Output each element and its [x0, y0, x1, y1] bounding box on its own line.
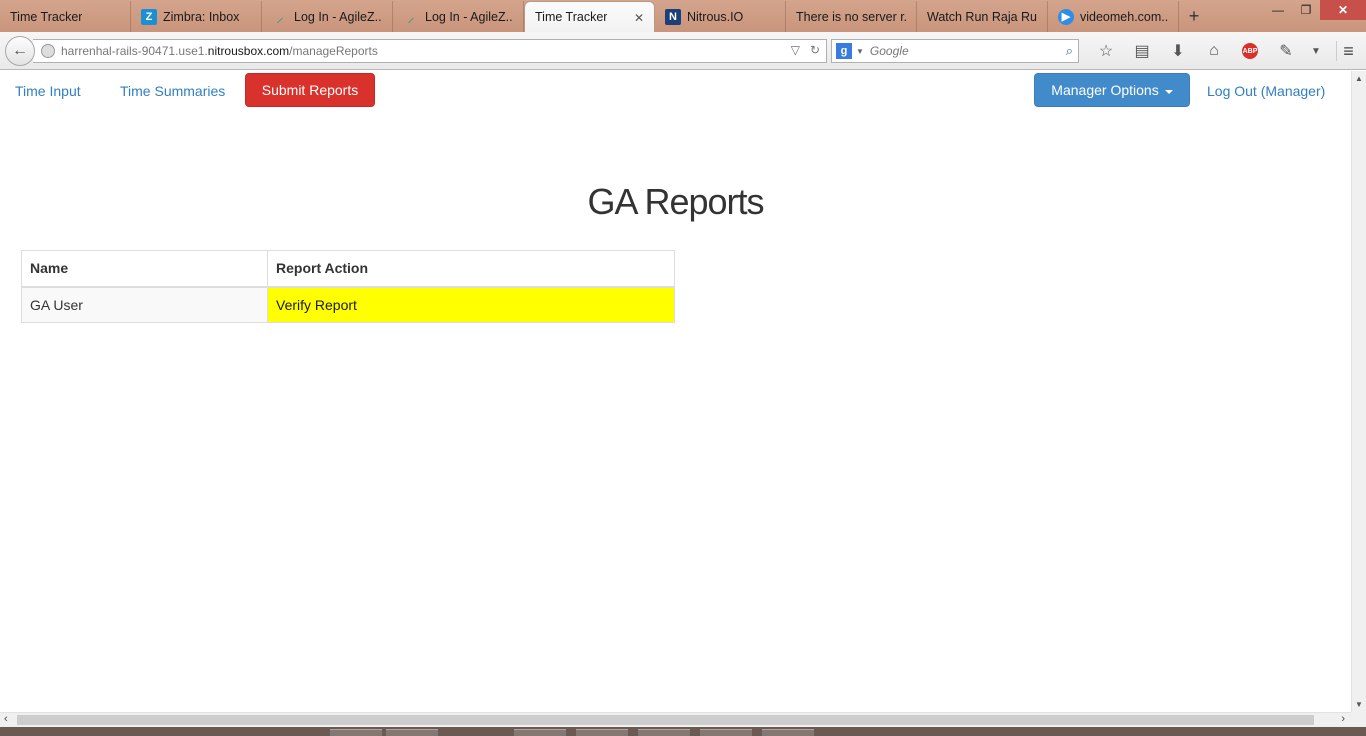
- search-icon[interactable]: ⌕: [1066, 43, 1073, 59]
- submit-reports-button[interactable]: Submit Reports: [245, 73, 375, 107]
- chevron-down-icon[interactable]: ▼: [856, 47, 864, 56]
- browser-tab-watch[interactable]: Watch Run Raja Ru...: [917, 1, 1048, 32]
- taskbar-item[interactable]: [576, 729, 628, 736]
- browser-tab-nitrous[interactable]: N Nitrous.IO: [655, 1, 786, 32]
- browser-toolbar-icons: ☆ ▤ ⬇ ⌂ ABP ✎ ▼: [1088, 40, 1328, 62]
- taskbar-item[interactable]: [700, 729, 752, 736]
- video-icon: ▶: [1058, 8, 1074, 25]
- home-icon[interactable]: ⌂: [1196, 40, 1232, 62]
- taskbar-item[interactable]: [762, 729, 814, 736]
- scroll-right-icon[interactable]: ›: [1341, 713, 1345, 725]
- browser-tab-videomeh[interactable]: ▶ videomeh.com...: [1048, 1, 1179, 32]
- browser-tab-agilezen[interactable]: ⸝ Log In - AgileZ...: [393, 1, 524, 32]
- submit-reports-label: Submit Reports: [261, 82, 359, 98]
- log-out-link[interactable]: Log Out (Manager): [1207, 83, 1325, 99]
- google-icon[interactable]: g: [836, 43, 852, 59]
- browser-tab-strip: Time Tracker Z Zimbra: Inbox ⸝ Log In - …: [0, 0, 1366, 32]
- address-bar[interactable]: harrenhal-rails-90471.use1. nitrousbox.co…: [33, 39, 827, 63]
- globe-icon: [41, 44, 55, 58]
- history-dropdown-icon[interactable]: ▽: [791, 43, 800, 57]
- zimbra-icon: Z: [141, 8, 157, 25]
- vertical-scrollbar[interactable]: ▲ ▼: [1351, 71, 1366, 712]
- back-arrow-icon[interactable]: ←: [5, 36, 35, 66]
- horizontal-scroll-thumb[interactable]: [17, 715, 1314, 725]
- reading-list-icon[interactable]: ▤: [1124, 40, 1160, 62]
- url-prefix: harrenhal-rails-90471.use1.: [61, 44, 208, 58]
- url-domain: nitrousbox.com: [207, 44, 290, 58]
- nav-link-time-summaries[interactable]: Time Summaries: [120, 83, 225, 99]
- manager-options-label: Manager Options: [1051, 82, 1159, 98]
- taskbar-item[interactable]: [514, 729, 566, 736]
- minimize-icon[interactable]: —: [1264, 0, 1292, 20]
- table-header-row: Name Report Action: [21, 250, 675, 288]
- window-close-icon[interactable]: ✕: [1320, 0, 1366, 20]
- reports-table: Name Report Action GA User Verify Report: [21, 250, 675, 323]
- browser-tab-time-tracker[interactable]: Time Tracker: [0, 1, 131, 32]
- restore-icon[interactable]: ❐: [1292, 0, 1320, 20]
- tab-label: Log In - AgileZ...: [425, 9, 513, 24]
- nav-link-time-input[interactable]: Time Input: [15, 83, 81, 99]
- tab-label: Log In - AgileZ...: [294, 9, 382, 24]
- browser-tab-no-server[interactable]: There is no server r...: [786, 1, 917, 32]
- url-path: /manageReports: [289, 44, 378, 58]
- tab-label: Time Tracker: [535, 10, 608, 24]
- taskbar-item[interactable]: [386, 729, 438, 736]
- hamburger-menu-icon[interactable]: ≡: [1336, 41, 1360, 61]
- taskbar-item[interactable]: [330, 729, 382, 736]
- browser-tab-agilezen[interactable]: ⸝ Log In - AgileZ...: [262, 1, 393, 32]
- tab-label: videomeh.com...: [1080, 9, 1168, 24]
- agilezen-icon: ⸝: [276, 8, 284, 26]
- browser-navigation-bar: harrenhal-rails-90471.use1. nitrousbox.co…: [0, 32, 1366, 70]
- tab-label: Time Tracker: [10, 9, 83, 24]
- tab-label: There is no server r...: [796, 9, 906, 24]
- tab-label: Nitrous.IO: [687, 9, 744, 24]
- column-header-name: Name: [21, 250, 268, 288]
- new-tab-plus-icon[interactable]: +: [1179, 1, 1209, 32]
- scroll-up-icon[interactable]: ▲: [1355, 74, 1363, 83]
- scrollbar-corner: [1351, 712, 1366, 727]
- os-taskbar: [0, 727, 1366, 736]
- extension-icon[interactable]: ✎: [1268, 40, 1304, 62]
- taskbar-item[interactable]: [638, 729, 690, 736]
- bookmark-star-icon[interactable]: ☆: [1088, 40, 1124, 62]
- window-controls: — ❐ ✕: [1264, 0, 1366, 20]
- close-tab-icon[interactable]: ✕: [634, 11, 644, 25]
- agilezen-icon: ⸝: [407, 8, 415, 26]
- tab-label: Zimbra: Inbox: [163, 9, 240, 24]
- user-name-cell: GA User: [21, 286, 268, 323]
- table-row: GA User Verify Report: [21, 286, 675, 323]
- manager-options-dropdown[interactable]: Manager Options: [1034, 73, 1190, 107]
- chevron-down-icon[interactable]: ▼: [1304, 40, 1328, 62]
- page-title: GA Reports: [587, 181, 764, 222]
- web-page: Time Input Time Summaries Submit Reports…: [0, 71, 1351, 712]
- nitrous-icon: N: [665, 8, 681, 25]
- column-header-report-action: Report Action: [267, 250, 675, 288]
- browser-tab-time-tracker-active[interactable]: Time Tracker ✕: [524, 1, 655, 32]
- address-bar-icons: ▽ ↻: [791, 43, 820, 57]
- adblock-icon[interactable]: ABP: [1232, 40, 1268, 62]
- verify-report-action[interactable]: Verify Report: [267, 286, 675, 323]
- browser-tab-zimbra[interactable]: Z Zimbra: Inbox: [131, 1, 262, 32]
- download-arrow-icon[interactable]: ⬇: [1160, 40, 1196, 62]
- search-placeholder: Google: [869, 44, 909, 58]
- reload-icon[interactable]: ↻: [810, 43, 820, 57]
- caret-down-icon: [1164, 89, 1173, 94]
- scroll-down-icon[interactable]: ▼: [1355, 700, 1363, 709]
- tab-label: Watch Run Raja Ru...: [927, 9, 1037, 24]
- scroll-left-icon[interactable]: ‹: [4, 713, 8, 725]
- horizontal-scrollbar[interactable]: ‹ ›: [0, 712, 1351, 727]
- search-input[interactable]: g ▼ Google ⌕: [831, 39, 1079, 63]
